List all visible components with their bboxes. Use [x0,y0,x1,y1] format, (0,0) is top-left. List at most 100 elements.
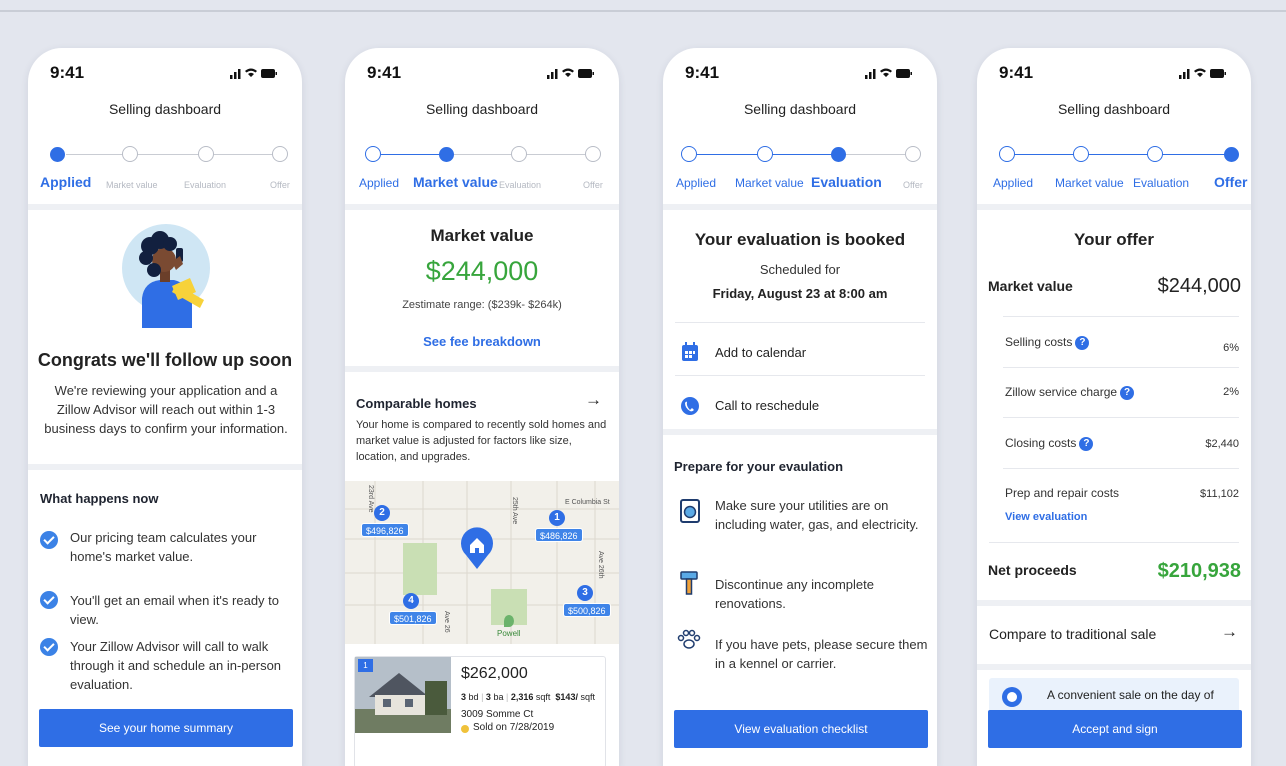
section-divider [28,204,302,210]
step-label-evaluation[interactable]: Evaluation [1133,176,1189,190]
street-label: Powell [497,629,521,638]
map-pin-1[interactable]: 1 [549,510,565,526]
map-pin-4[interactable]: 4 [403,593,419,609]
comparable-home-card[interactable]: 1 $262,000 3 bd | 3 ba | 2,316 sqft $143… [354,656,606,766]
compare-arrow-icon[interactable]: → [1221,622,1238,642]
step-dot-applied [365,146,381,162]
step-dot-applied [50,147,65,162]
calendar-icon [682,342,698,361]
step-track-done [381,154,447,155]
step-label-applied[interactable]: Applied [359,176,399,190]
card-price: $262,000 [461,665,528,682]
tip-pets: If you have pets, please secure them in … [715,637,928,671]
step-dot-applied [681,146,697,162]
status-bar: 9:41 [345,48,619,92]
step-label-evaluation: Evaluation [184,180,227,190]
see-fee-breakdown-link[interactable]: See fee breakdown [345,334,619,349]
selling-costs-label: Selling costs? [1005,335,1090,350]
comparable-homes-map[interactable]: 23rd Ave E Columbia St 25th Ave Ave 26th… [345,481,619,644]
step-label-market-value[interactable]: Market value [1055,176,1124,190]
progress-stepper: Applied Market value Evaluation Offer [977,138,1251,198]
net-proceeds-label: Net proceeds [988,562,1077,578]
step-dot-evaluation [511,146,527,162]
accept-and-sign-button[interactable]: Accept and sign [988,710,1242,748]
card-index-badge: 1 [358,659,373,672]
congrats-headline: Congrats we'll follow up soon [37,350,293,370]
step-label-market-value[interactable]: Market value [413,174,498,190]
card-sqft: 2,316 [510,692,534,702]
comparable-arrow-icon[interactable]: → [585,390,602,410]
phone-market-value: 9:41 Selling dashboard Applied Market va… [345,48,619,766]
card-sold-date: Sold on 7/28/2019 [473,722,555,733]
street-label: 25th Ave [511,497,518,525]
status-bar: 9:41 [977,48,1251,92]
service-charge-label: Zillow service charge? [1005,385,1135,400]
see-home-summary-button[interactable]: See your home summary [39,709,293,747]
market-value-title: Market value [430,226,534,245]
map-price-tag-2[interactable]: $496,826 [361,523,409,537]
step-dot-evaluation [1147,146,1163,162]
step-track-done [1013,154,1225,155]
section-divider [977,204,1251,210]
step-dot-market-value [439,147,454,162]
progress-stepper: Applied Market value Evaluation Offer [28,138,302,198]
compare-traditional-sale-link[interactable]: Compare to traditional sale [989,626,1156,642]
comparable-homes-description: Your home is compared to recently sold h… [356,419,607,463]
comparable-homes-title: Comparable homes [356,396,477,411]
step-dot-offer [585,146,601,162]
advisor-illustration-icon [122,224,210,328]
street-label: 23rd Ave [367,485,374,513]
add-to-calendar-action[interactable]: Add to calendar [715,345,806,360]
call-to-reschedule-action[interactable]: Call to reschedule [715,398,819,413]
map-pin-3[interactable]: 3 [577,585,593,601]
section-divider [345,204,619,210]
map-price-tag-4[interactable]: $501,826 [389,611,437,625]
card-sqft-label: sqft [535,692,551,702]
signal-wifi-battery-icon [230,68,277,79]
card-price-per-sqft: $143/ [555,692,578,702]
progress-stepper: Applied Market value Evaluation Offer [345,138,619,198]
step-label-offer: Offer [270,180,290,190]
section-divider [977,664,1251,670]
row-divider [675,322,925,323]
view-evaluation-link[interactable]: View evaluation [1005,511,1087,523]
step-label-evaluation[interactable]: Evaluation [811,174,882,190]
card-beds-label: bd [468,692,479,702]
step-dot-evaluation [831,147,846,162]
section-divider [663,429,937,435]
section-divider [977,600,1251,606]
step-dot-offer [272,146,288,162]
selling-costs-text: Selling costs [1005,335,1073,349]
status-time: 9:41 [50,63,85,82]
map-price-tag-3[interactable]: $500,826 [563,603,611,617]
help-icon[interactable]: ? [1075,336,1090,350]
step-dot-offer [905,146,921,162]
step-label-offer[interactable]: Offer [1214,174,1247,190]
phone-icon [681,397,699,415]
row-divider [989,542,1239,543]
dashboard-title: Selling dashboard [108,101,222,117]
map-pin-2[interactable]: 2 [374,505,390,521]
home-location-pin-icon[interactable] [460,527,494,571]
closing-costs-value: $2,440 [1205,438,1239,450]
row-divider [1003,367,1239,368]
step-label-applied[interactable]: Applied [40,174,91,190]
view-evaluation-checklist-button[interactable]: View evaluation checklist [674,710,928,748]
help-icon[interactable]: ? [1079,437,1094,451]
section-divider [345,366,619,372]
hammer-icon [680,571,698,595]
step-label-market-value[interactable]: Market value [735,176,804,190]
step-label-offer: Offer [903,180,923,190]
prep-repair-value: $11,102 [1200,488,1239,500]
section-divider [663,204,937,210]
row-divider [1003,316,1239,317]
step-dot-evaluation [198,146,214,162]
step-label-applied[interactable]: Applied [993,176,1033,190]
help-icon[interactable]: ? [1120,386,1135,400]
promo-text: A convenient sale on the day of [1047,688,1214,702]
status-time: 9:41 [367,63,402,82]
step-label-offer: Offer [583,180,603,190]
map-price-tag-1[interactable]: $486,826 [535,528,583,542]
step-label-applied[interactable]: Applied [676,176,716,190]
market-value-amount: $244,000 [1157,275,1241,297]
